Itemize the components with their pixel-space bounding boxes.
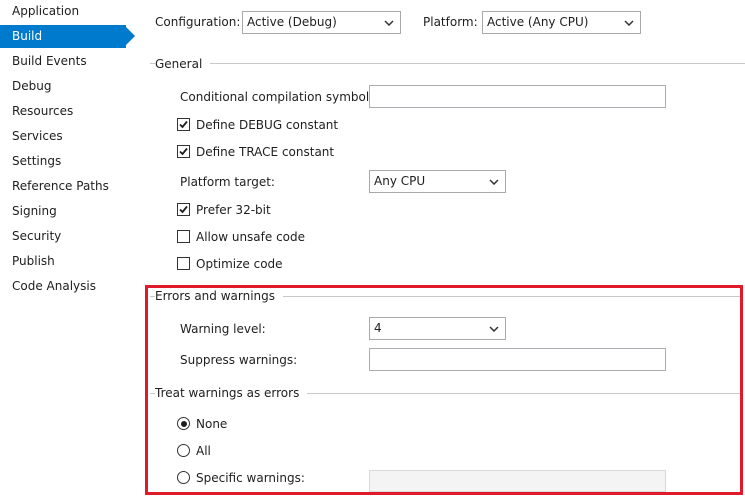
define-trace-label: Define TRACE constant: [196, 145, 335, 159]
chevron-down-icon: [488, 171, 500, 192]
general-divider: [150, 63, 745, 64]
sidebar-item-code-analysis[interactable]: Code Analysis: [0, 275, 126, 298]
define-debug-checkbox[interactable]: [177, 118, 190, 131]
sidebar-item-signing[interactable]: Signing: [0, 200, 126, 223]
sidebar-item-publish[interactable]: Publish: [0, 250, 126, 273]
sidebar-item-build[interactable]: Build: [0, 25, 135, 48]
checkmark-icon: [179, 147, 188, 156]
define-trace-checkbox[interactable]: [177, 145, 190, 158]
specific-warnings-input[interactable]: [369, 470, 666, 492]
checkmark-icon: [179, 205, 188, 214]
treat-warnings-heading: Treat warnings as errors: [155, 385, 308, 401]
define-debug-label: Define DEBUG constant: [196, 118, 339, 132]
platform-target-value: Any CPU: [374, 174, 426, 188]
sidebar-item-services[interactable]: Services: [0, 125, 126, 148]
radio-all-label: All: [196, 444, 211, 458]
sidebar-item-security[interactable]: Security: [0, 225, 126, 248]
radio-none-label: None: [196, 417, 228, 431]
sidebar-item-reference-paths[interactable]: Reference Paths: [0, 175, 126, 198]
conditional-symbols-label: Conditional compilation symbols:: [180, 90, 380, 104]
checkmark-icon: [179, 120, 188, 129]
chevron-down-icon: [488, 318, 500, 339]
chevron-down-icon: [623, 12, 635, 33]
platform-label: Platform:: [423, 15, 478, 29]
radio-none[interactable]: [177, 417, 190, 430]
optimize-code-label: Optimize code: [196, 257, 283, 271]
platform-value: Active (Any CPU): [487, 15, 589, 29]
chevron-down-icon: [383, 12, 395, 33]
sidebar-item-debug[interactable]: Debug: [0, 75, 126, 98]
radio-specific[interactable]: [177, 471, 190, 484]
radio-specific-label: Specific warnings:: [196, 471, 305, 485]
radio-all[interactable]: [177, 444, 190, 457]
platform-select[interactable]: Active (Any CPU): [482, 11, 641, 34]
suppress-warnings-label: Suppress warnings:: [180, 353, 298, 367]
prefer-32bit-checkbox[interactable]: [177, 203, 190, 216]
warning-level-label: Warning level:: [180, 322, 266, 336]
configuration-select[interactable]: Active (Debug): [242, 11, 401, 34]
general-heading: General: [155, 56, 211, 72]
sidebar-item-settings[interactable]: Settings: [0, 150, 126, 173]
sidebar-item-build-events[interactable]: Build Events: [0, 50, 126, 73]
allow-unsafe-checkbox[interactable]: [177, 230, 190, 243]
allow-unsafe-label: Allow unsafe code: [196, 230, 306, 244]
optimize-code-checkbox[interactable]: [177, 257, 190, 270]
errors-heading: Errors and warnings: [155, 288, 284, 304]
warning-level-value: 4: [374, 321, 382, 335]
suppress-warnings-input[interactable]: [369, 348, 666, 371]
conditional-symbols-input[interactable]: [369, 85, 666, 108]
configuration-label: Configuration:: [155, 15, 241, 29]
prefer-32bit-label: Prefer 32-bit: [196, 203, 271, 217]
sidebar: Application Build Build Events Debug Res…: [0, 0, 140, 497]
radio-dot-icon: [180, 420, 187, 427]
platform-target-select[interactable]: Any CPU: [369, 170, 506, 193]
warning-level-select[interactable]: 4: [369, 317, 506, 340]
platform-target-label: Platform target:: [180, 175, 275, 189]
sidebar-item-application[interactable]: Application: [0, 0, 126, 23]
configuration-value: Active (Debug): [247, 15, 337, 29]
sidebar-item-resources[interactable]: Resources: [0, 100, 126, 123]
